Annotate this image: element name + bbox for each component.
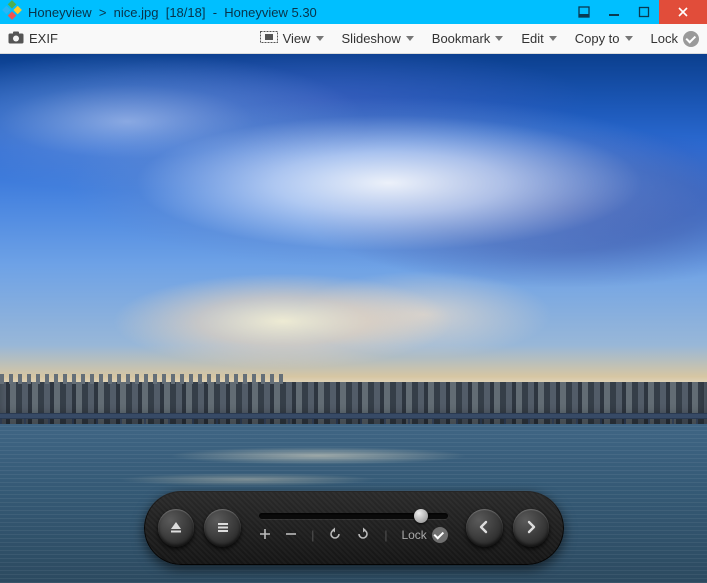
zoom-out-button[interactable] xyxy=(285,528,297,543)
rotate-right-icon xyxy=(356,527,370,544)
check-circle-icon xyxy=(432,527,448,543)
slideshow-menu[interactable]: Slideshow xyxy=(342,31,414,46)
close-button[interactable] xyxy=(659,0,707,24)
player-lock-label: Lock xyxy=(401,528,426,542)
title-bar[interactable]: Honeyview > nice.jpg [18/18] - Honeyview… xyxy=(0,0,707,24)
app-window: Honeyview > nice.jpg [18/18] - Honeyview… xyxy=(0,0,707,583)
minus-icon xyxy=(285,528,297,543)
copyto-label: Copy to xyxy=(575,31,620,46)
title-file: nice.jpg xyxy=(114,5,159,20)
window-controls xyxy=(569,0,707,24)
rotate-left-icon xyxy=(328,527,342,544)
slideshow-label: Slideshow xyxy=(342,31,401,46)
chevron-left-icon xyxy=(476,519,492,538)
zoom-in-button[interactable] xyxy=(259,528,271,543)
eject-button[interactable] xyxy=(158,509,195,547)
bookmark-label: Bookmark xyxy=(432,31,491,46)
chevron-down-icon xyxy=(549,36,557,41)
next-button[interactable] xyxy=(513,509,550,547)
edit-label: Edit xyxy=(521,31,543,46)
lock-label: Lock xyxy=(651,31,678,46)
window-title: Honeyview > nice.jpg [18/18] - Honeyview… xyxy=(28,5,569,20)
separator: | xyxy=(384,528,387,542)
menu-icon xyxy=(215,519,231,538)
maximize-button[interactable] xyxy=(629,0,659,24)
view-label: View xyxy=(283,31,311,46)
title-index: [18/18] xyxy=(166,5,206,20)
chevron-down-icon xyxy=(495,36,503,41)
slider-thumb[interactable] xyxy=(414,509,428,523)
image-content xyxy=(0,54,707,361)
edit-menu[interactable]: Edit xyxy=(521,31,556,46)
rotate-right-button[interactable] xyxy=(356,527,370,544)
title-dash: - xyxy=(213,5,217,20)
camera-icon xyxy=(8,31,24,47)
exif-label: EXIF xyxy=(29,31,58,46)
player-lock-toggle[interactable]: Lock xyxy=(401,527,447,543)
lock-toggle[interactable]: Lock xyxy=(651,31,699,47)
minimize-to-tray-button[interactable] xyxy=(569,0,599,24)
app-icon xyxy=(5,3,23,21)
toolbar: EXIF View Slideshow Bookmark Edit xyxy=(0,24,707,54)
chevron-down-icon xyxy=(625,36,633,41)
eject-icon xyxy=(168,519,184,538)
zoom-slider[interactable] xyxy=(259,513,448,519)
view-menu[interactable]: View xyxy=(260,31,324,46)
prev-button[interactable] xyxy=(466,509,503,547)
exif-button[interactable]: EXIF xyxy=(8,31,58,47)
title-sep: > xyxy=(99,5,107,20)
chevron-right-icon xyxy=(523,519,539,538)
title-appver: Honeyview 5.30 xyxy=(224,5,317,20)
chevron-down-icon xyxy=(406,36,414,41)
check-circle-icon xyxy=(683,31,699,47)
image-viewport[interactable]: | | Lock xyxy=(0,54,707,583)
title-app: Honeyview xyxy=(28,5,92,20)
chevron-down-icon xyxy=(316,36,324,41)
control-bar: | | Lock xyxy=(144,491,564,565)
fit-screen-icon xyxy=(260,31,278,46)
player-center: | | Lock xyxy=(251,513,456,544)
copy-to-menu[interactable]: Copy to xyxy=(575,31,633,46)
plus-icon xyxy=(259,528,271,543)
menu-button[interactable] xyxy=(204,509,241,547)
bookmark-menu[interactable]: Bookmark xyxy=(432,31,504,46)
separator: | xyxy=(311,528,314,542)
rotate-left-button[interactable] xyxy=(328,527,342,544)
minimize-button[interactable] xyxy=(599,0,629,24)
